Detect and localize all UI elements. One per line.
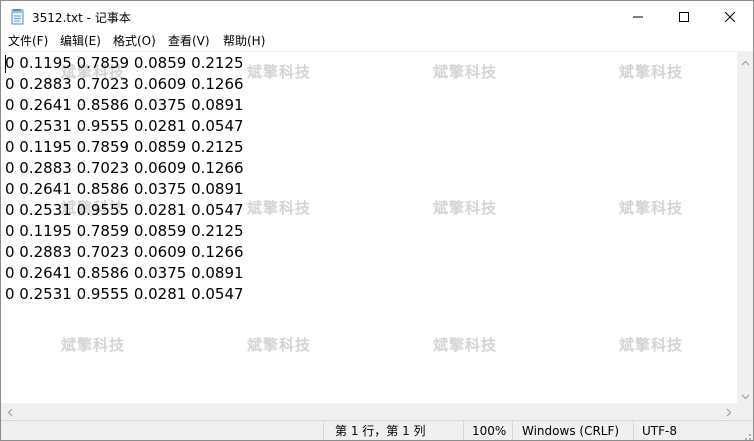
text-line: 0 0.2531 0.9555 0.0281 0.0547 <box>5 117 244 135</box>
status-divider <box>323 421 324 440</box>
text-line: 0 0.2883 0.7023 0.0609 0.1266 <box>5 159 244 177</box>
vertical-scrollbar[interactable] <box>737 51 753 404</box>
scroll-left-button[interactable] <box>1 403 18 420</box>
watermark: 斌擎科技 <box>247 336 312 354</box>
text-line: 0 0.2641 0.8586 0.0375 0.0891 <box>5 180 244 198</box>
text-line: 0 0.2641 0.8586 0.0375 0.0891 <box>5 264 244 282</box>
watermark: 斌擎科技 <box>247 63 312 81</box>
scroll-down-button[interactable] <box>737 385 753 404</box>
menu-help[interactable]: 帮助(H) <box>223 33 265 50</box>
horizontal-scrollbar[interactable] <box>1 403 737 420</box>
close-icon <box>724 7 736 26</box>
notepad-window: 3512.txt - 记事本 文件(F) 编辑(E) 格式(O) 查看(V) 帮… <box>0 0 754 441</box>
text-editor[interactable]: 斌擎科技 斌擎科技 斌擎科技 斌擎科技 斌擎科技 斌擎科技 斌擎科技 斌擎科技 … <box>1 52 737 403</box>
menu-bar: 文件(F) 编辑(E) 格式(O) 查看(V) 帮助(H) <box>1 32 753 51</box>
minimize-icon <box>633 7 643 26</box>
window-title: 3512.txt - 记事本 <box>32 11 131 25</box>
status-divider <box>633 421 634 440</box>
watermark: 斌擎科技 <box>433 199 498 217</box>
minimize-button[interactable] <box>615 1 661 31</box>
status-bar: 第 1 行，第 1 列 100% Windows (CRLF) UTF-8 <box>1 420 753 440</box>
status-divider <box>463 421 464 440</box>
watermark: 斌擎科技 <box>247 199 312 217</box>
close-button[interactable] <box>707 1 753 31</box>
scroll-up-button[interactable] <box>737 51 753 70</box>
watermark: 斌擎科技 <box>619 63 684 81</box>
text-line: 0 0.2883 0.7023 0.0609 0.1266 <box>5 75 244 93</box>
text-line: 0 0.1195 0.7859 0.0859 0.2125 <box>5 54 244 72</box>
text-line: 0 0.2531 0.9555 0.0281 0.0547 <box>5 201 244 219</box>
resize-grip-icon[interactable] <box>741 429 751 440</box>
chevron-up-icon <box>741 51 750 70</box>
chevron-left-icon <box>7 402 13 421</box>
maximize-button[interactable] <box>661 1 707 31</box>
watermark: 斌擎科技 <box>433 336 498 354</box>
text-line: 0 0.1195 0.7859 0.0859 0.2125 <box>5 222 244 240</box>
maximize-icon <box>679 7 689 26</box>
text-line: 0 0.1195 0.7859 0.0859 0.2125 <box>5 138 244 156</box>
text-line: 0 0.2531 0.9555 0.0281 0.0547 <box>5 285 244 303</box>
watermark: 斌擎科技 <box>61 336 126 354</box>
status-divider <box>512 421 513 440</box>
scrollbar-corner <box>737 403 753 420</box>
text-line: 0 0.2641 0.8586 0.0375 0.0891 <box>5 96 244 114</box>
text-caret <box>5 55 6 73</box>
cursor-position: 第 1 行，第 1 列 <box>335 424 426 438</box>
notepad-icon <box>10 8 26 25</box>
menu-view[interactable]: 查看(V) <box>168 33 210 50</box>
title-bar[interactable]: 3512.txt - 记事本 <box>1 1 753 32</box>
scroll-right-button[interactable] <box>720 403 737 420</box>
encoding: UTF-8 <box>642 424 677 438</box>
menu-file[interactable]: 文件(F) <box>8 33 48 50</box>
zoom-level: 100% <box>472 424 507 438</box>
chevron-right-icon <box>726 402 732 421</box>
watermark: 斌擎科技 <box>619 199 684 217</box>
menu-format[interactable]: 格式(O) <box>113 33 156 50</box>
line-ending: Windows (CRLF) <box>522 424 620 438</box>
menu-edit[interactable]: 编辑(E) <box>60 33 101 50</box>
watermark: 斌擎科技 <box>619 336 684 354</box>
watermark: 斌擎科技 <box>433 63 498 81</box>
text-line: 0 0.2883 0.7023 0.0609 0.1266 <box>5 243 244 261</box>
chevron-down-icon <box>741 385 750 404</box>
